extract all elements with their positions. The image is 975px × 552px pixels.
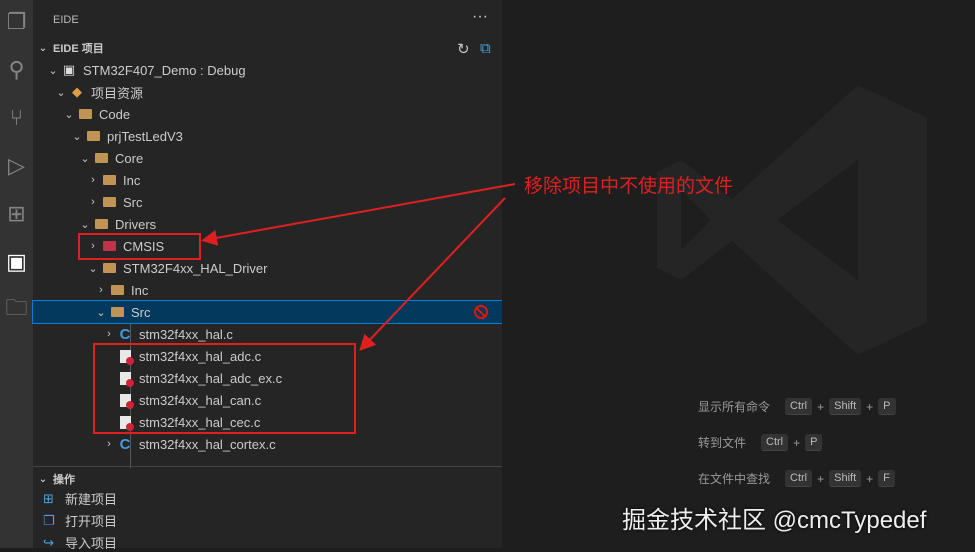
- excluded-files-highlight-box: [93, 343, 356, 434]
- annotation-arrows: [201, 183, 516, 351]
- annotation-text: 移除项目中不使用的文件: [524, 176, 734, 197]
- watermark: 掘金技术社区 @cmcTypedef: [622, 507, 927, 534]
- cmsis-highlight-box: [78, 233, 201, 260]
